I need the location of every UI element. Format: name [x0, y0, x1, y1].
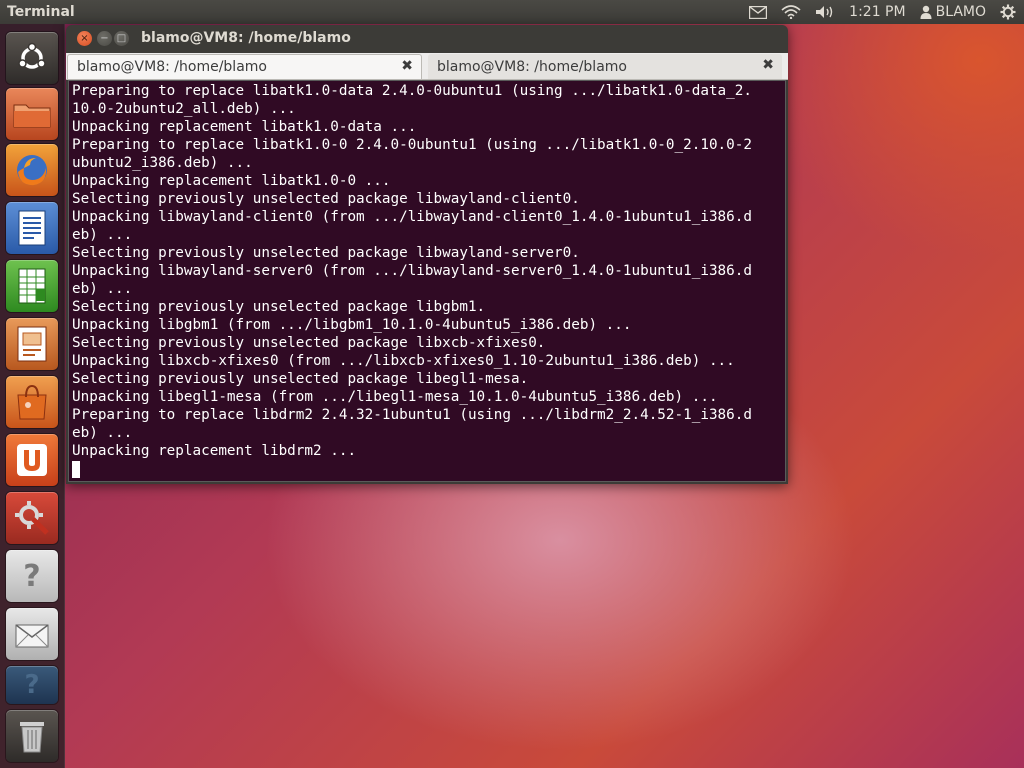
terminal-line: Selecting previously unselected package …: [72, 335, 546, 351]
terminal-line: Preparing to replace libatk1.0-0 2.4.0-0…: [72, 137, 752, 153]
wifi-icon[interactable]: [781, 5, 801, 19]
tab-1[interactable]: blamo@VM8: /home/blamo ✖: [67, 54, 422, 79]
folder-icon: [12, 99, 52, 129]
minimize-button[interactable]: −: [97, 31, 112, 46]
app-title: Terminal: [7, 4, 75, 20]
launcher-item-system-settings[interactable]: [6, 492, 58, 544]
close-button[interactable]: ×: [77, 31, 92, 46]
question-icon: ?: [24, 670, 40, 700]
question-icon: ?: [23, 558, 41, 594]
tab-close-icon[interactable]: ✖: [401, 58, 413, 74]
tab-label: blamo@VM8: /home/blamo: [437, 58, 627, 75]
presentation-icon: [15, 325, 49, 363]
window-title: blamo@VM8: /home/blamo: [141, 30, 351, 46]
person-icon: [920, 5, 932, 19]
launcher-item-software-center[interactable]: [6, 376, 58, 428]
launcher: ? ?: [0, 24, 65, 768]
envelope-icon[interactable]: [749, 5, 768, 19]
terminal-line: 10.0-2ubuntu2_all.deb) ...: [72, 101, 296, 117]
indicator-area: 1:21 PM BLAMO: [749, 4, 1024, 20]
firefox-icon: [12, 150, 52, 190]
terminal-line: eb) ...: [72, 281, 133, 297]
ubuntu-logo-icon: [15, 41, 49, 75]
close-icon: ×: [80, 32, 89, 44]
launcher-item-impress[interactable]: [6, 318, 58, 370]
window-titlebar[interactable]: × − □ blamo@VM8: /home/blamo: [66, 25, 788, 53]
launcher-item-mail[interactable]: [6, 608, 58, 660]
launcher-item-files[interactable]: [6, 88, 58, 140]
tab-bar: blamo@VM8: /home/blamo ✖ blamo@VM8: /hom…: [66, 53, 788, 80]
gear-icon[interactable]: [1000, 4, 1016, 20]
terminal-line: Selecting previously unselected package …: [72, 245, 580, 261]
tab-label: blamo@VM8: /home/blamo: [77, 59, 267, 75]
speaker-icon[interactable]: [815, 5, 835, 19]
launcher-item-dash[interactable]: [6, 32, 58, 84]
launcher-item-unknown-app-2[interactable]: ?: [6, 666, 58, 704]
envelope-icon: [14, 619, 50, 649]
user-menu[interactable]: BLAMO: [920, 4, 986, 20]
terminal-line: Preparing to replace libatk1.0-data 2.4.…: [72, 83, 752, 99]
terminal-line: eb) ...: [72, 425, 133, 441]
terminal-line: Unpacking libwayland-client0 (from .../l…: [72, 209, 752, 225]
terminal-line: Unpacking replacement libatk1.0-0 ...: [72, 173, 391, 189]
terminal-cursor: [72, 461, 80, 478]
terminal-line: Unpacking replacement libatk1.0-data ...: [72, 119, 417, 135]
terminal-line: eb) ...: [72, 227, 133, 243]
minimize-icon: −: [100, 32, 109, 44]
launcher-item-unknown-app[interactable]: ?: [6, 550, 58, 602]
launcher-item-calc[interactable]: [6, 260, 58, 312]
user-name: BLAMO: [935, 4, 986, 20]
tab-close-icon[interactable]: ✖: [762, 57, 774, 73]
trash-icon: [17, 718, 47, 754]
tab-2[interactable]: blamo@VM8: /home/blamo ✖: [428, 54, 782, 79]
terminal-output[interactable]: Preparing to replace libatk1.0-data 2.4.…: [68, 80, 786, 482]
spreadsheet-icon: [16, 267, 48, 305]
terminal-line: Preparing to replace libdrm2 2.4.32-1ubu…: [72, 407, 752, 423]
terminal-line: Selecting previously unselected package …: [72, 371, 529, 387]
terminal-text: Preparing to replace libatk1.0-data 2.4.…: [72, 82, 782, 478]
launcher-item-ubuntu-one[interactable]: [6, 434, 58, 486]
launcher-item-writer[interactable]: [6, 202, 58, 254]
terminal-line: ubuntu2_i386.deb) ...: [72, 155, 253, 171]
shopping-bag-icon: [14, 383, 50, 421]
settings-icon: [13, 499, 51, 537]
launcher-item-firefox[interactable]: [6, 144, 58, 196]
terminal-line: Unpacking replacement libdrm2 ...: [72, 443, 357, 459]
terminal-line: Unpacking libwayland-server0 (from .../l…: [72, 263, 752, 279]
maximize-button[interactable]: □: [114, 31, 129, 46]
clock[interactable]: 1:21 PM: [849, 4, 905, 20]
ubuntu-one-icon: [15, 442, 49, 478]
terminal-line: Selecting previously unselected package …: [72, 191, 580, 207]
terminal-line: Selecting previously unselected package …: [72, 299, 486, 315]
terminal-line: Unpacking libxcb-xfixes0 (from .../libxc…: [72, 353, 735, 369]
document-icon: [16, 209, 48, 247]
top-panel: Terminal 1:21 PM BLAMO: [0, 0, 1024, 24]
launcher-item-trash[interactable]: [6, 710, 58, 762]
terminal-window: × − □ blamo@VM8: /home/blamo blamo@VM8: …: [66, 25, 788, 484]
maximize-icon: □: [116, 32, 127, 44]
terminal-line: Unpacking libegl1-mesa (from .../libegl1…: [72, 389, 718, 405]
terminal-line: Unpacking libgbm1 (from .../libgbm1_10.1…: [72, 317, 632, 333]
